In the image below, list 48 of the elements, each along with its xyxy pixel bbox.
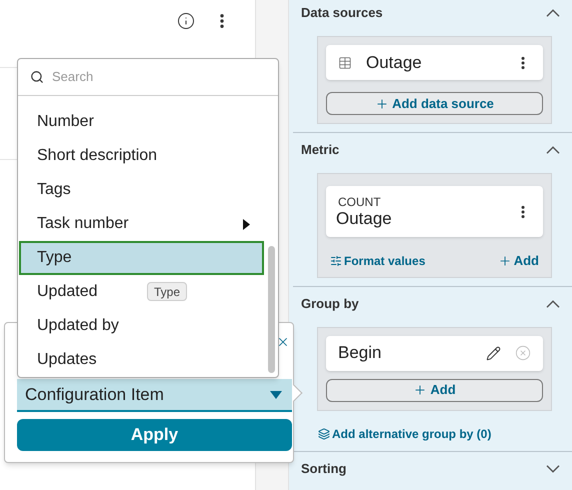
collapse-button[interactable] [546,146,560,154]
collapse-button[interactable] [546,9,560,17]
add-data-source-button[interactable]: Add data source [326,92,543,115]
section-title: Data sources [301,4,383,22]
expand-button[interactable] [546,464,560,472]
aggregate-label: COUNT [337,194,382,208]
menu-item[interactable]: Updates [37,348,97,372]
add-metric-link[interactable]: Add [498,251,539,270]
group-by-card[interactable]: Begin [326,336,543,370]
chevron-up-icon [546,300,560,308]
sliders-icon [330,254,342,267]
caret-icon [270,390,282,398]
collapse-button[interactable] [546,300,560,308]
plus-icon [413,383,428,397]
section-title: Group by [301,294,359,313]
add-group-button[interactable]: Add [326,378,543,402]
chevron-up-icon [546,9,560,17]
menu-item[interactable]: Short description [37,144,158,168]
group-by-name: Begin [338,342,382,364]
data-source-name: Outage [366,52,423,74]
search-field[interactable]: Search [52,67,252,87]
scrollbar[interactable] [268,246,274,373]
format-values-link[interactable]: Format values [330,252,426,270]
add-alternative-group-link[interactable]: Add alternative group by (0) [318,424,492,442]
plus-icon [375,96,390,110]
layers-icon [318,428,330,440]
info-icon[interactable] [177,12,195,30]
menu-item[interactable]: Tags [37,178,71,202]
menu-item[interactable]: Updated [37,280,98,304]
menu-item[interactable]: Updated by [37,314,119,338]
metric-name: Outage [336,208,393,228]
tooltip: Type [147,282,188,301]
data-source-card[interactable]: Outage [326,45,543,80]
edit-icon[interactable] [486,346,501,360]
chevron-down-icon [546,464,560,472]
apply-button[interactable]: Apply [17,419,292,451]
metric-card[interactable]: COUNT Outage [326,186,543,237]
plus-icon [498,254,512,268]
close-icon[interactable] [276,335,290,349]
menu-item[interactable]: Task number [37,212,129,236]
field-select[interactable]: Configuration Item [17,379,292,412]
menu-item[interactable]: Type [37,246,72,270]
search-icon [30,70,44,84]
section-title: Metric [301,141,340,160]
section-title: Sorting [301,460,346,478]
chevron-up-icon [546,146,560,154]
table-icon [338,56,352,70]
menu-item[interactable]: Number [37,110,94,134]
